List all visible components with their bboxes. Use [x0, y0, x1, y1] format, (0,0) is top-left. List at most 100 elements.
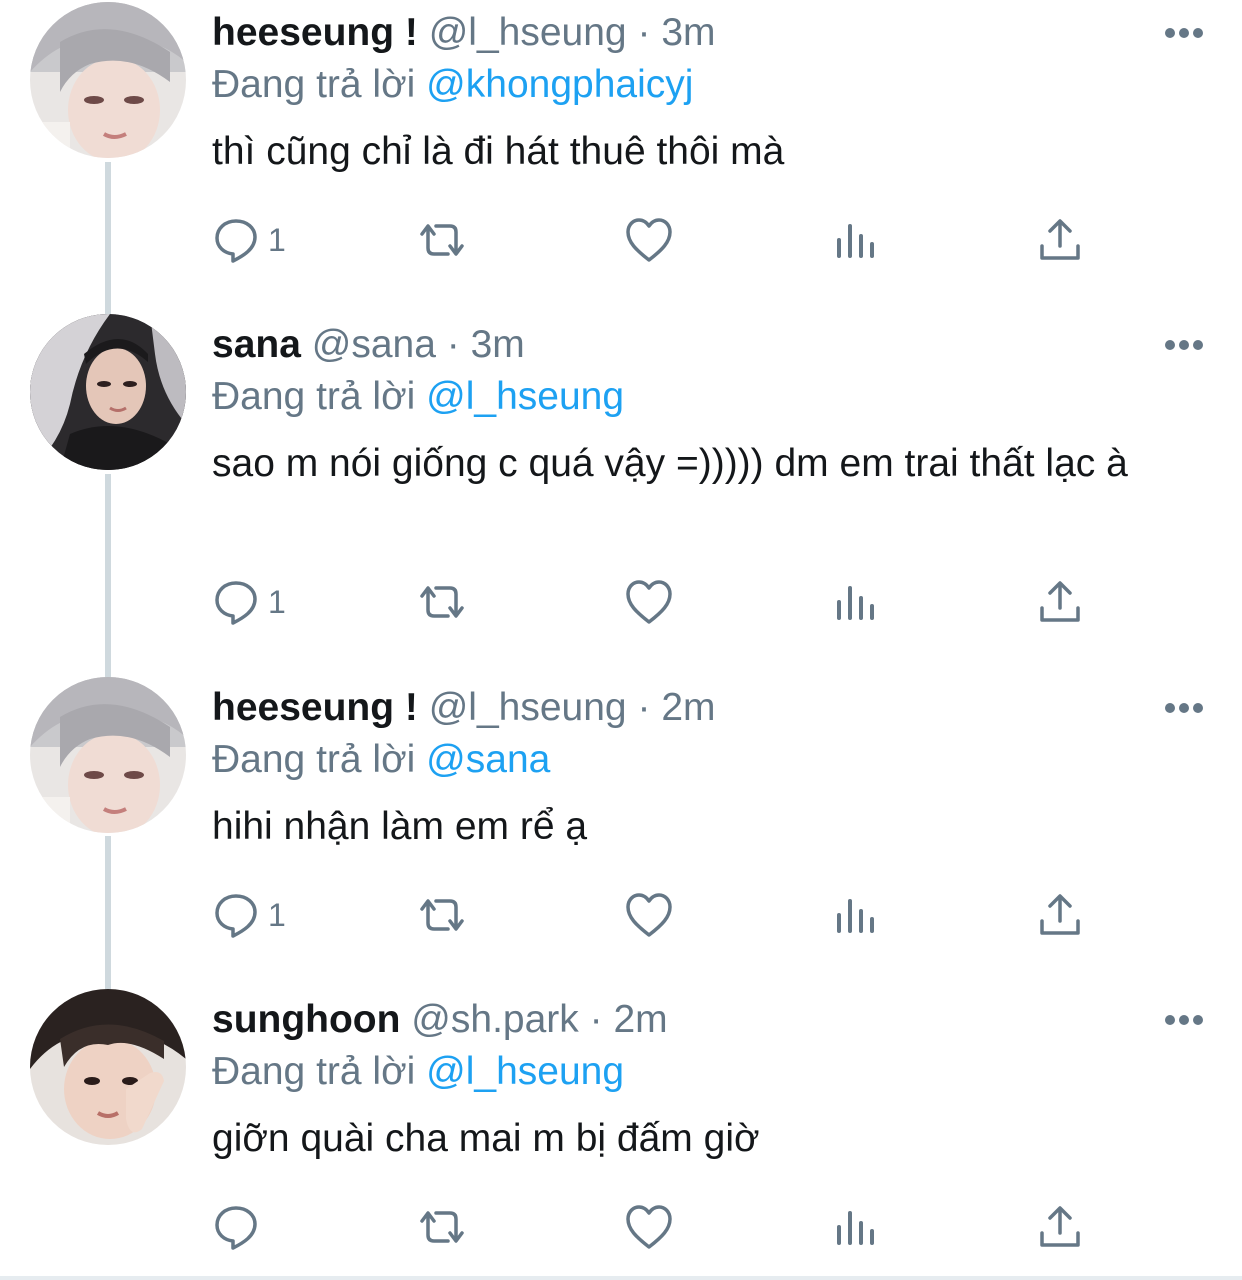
share-button[interactable]: [1038, 574, 1082, 630]
like-button[interactable]: [624, 887, 674, 943]
analytics-button[interactable]: [834, 212, 878, 268]
display-name[interactable]: sunghoon: [212, 998, 400, 1041]
user-handle[interactable]: @sh.park: [411, 998, 578, 1041]
retweet-button[interactable]: [414, 212, 470, 268]
retweet-icon: [420, 1211, 464, 1243]
tweet-text: hihi nhận làm em rể ạ: [212, 805, 588, 848]
like-button[interactable]: [624, 212, 674, 268]
user-avatar-silver-hair-icon: [30, 2, 186, 158]
replying-to: Đang trả lời @l_hseung: [212, 1047, 624, 1097]
more-icon: [1165, 703, 1203, 713]
replying-to: Đang trả lời @l_hseung: [212, 372, 624, 422]
retweet-button[interactable]: [414, 1199, 470, 1255]
more-options-button[interactable]: [1164, 1013, 1204, 1027]
retweet-icon: [420, 586, 464, 618]
action-bar: 1: [212, 574, 1112, 630]
share-icon: [1040, 894, 1080, 935]
reply-button[interactable]: 1: [212, 887, 286, 943]
tweet-text: giỡn quài cha mai m bị đấm giờ: [212, 1117, 760, 1160]
user-handle[interactable]: @sana: [312, 323, 436, 366]
replying-to-label: Đang trả lời: [212, 63, 416, 106]
timestamp[interactable]: 3m: [471, 323, 525, 366]
reply-icon: [215, 581, 257, 625]
thread-connector: [105, 162, 111, 317]
avatar[interactable]: [30, 989, 186, 1145]
reply-button[interactable]: 1: [212, 212, 286, 268]
like-button[interactable]: [624, 1199, 674, 1255]
more-icon: [1165, 28, 1203, 38]
like-icon: [626, 580, 672, 624]
thread-connector: [105, 836, 111, 991]
separator-dot: ·: [637, 11, 651, 54]
retweet-icon: [420, 224, 464, 256]
retweet-button[interactable]: [414, 887, 470, 943]
user-avatar-dark-hair-icon: [30, 314, 186, 470]
analytics-button[interactable]: [834, 574, 878, 630]
reply-button[interactable]: [212, 1199, 268, 1255]
analytics-icon: [837, 586, 874, 620]
timestamp[interactable]: 3m: [661, 11, 715, 54]
tweet-thread: heeseung ! @l_hseung · 3m Đang trả lời @…: [0, 0, 1242, 1280]
user-handle[interactable]: @l_hseung: [429, 11, 627, 54]
replying-to-label: Đang trả lời: [212, 1050, 416, 1093]
separator-dot: ·: [589, 998, 603, 1041]
reply-count: 1: [268, 221, 286, 258]
replying-to-link[interactable]: @l_hseung: [426, 1050, 624, 1093]
share-icon: [1040, 1206, 1080, 1247]
share-button[interactable]: [1038, 212, 1082, 268]
replying-to-link[interactable]: @khongphaicyj: [426, 63, 693, 106]
more-options-button[interactable]: [1164, 26, 1204, 40]
replying-to-label: Đang trả lời: [212, 375, 416, 418]
tweet-header: heeseung ! @l_hseung · 2m: [212, 683, 716, 733]
display-name[interactable]: heeseung !: [212, 11, 418, 54]
more-options-button[interactable]: [1164, 338, 1204, 352]
retweet-icon: [420, 899, 464, 931]
analytics-button[interactable]: [834, 1199, 878, 1255]
action-bar: 1: [212, 212, 1112, 268]
replying-to-link[interactable]: @l_hseung: [426, 375, 624, 418]
share-button[interactable]: [1038, 887, 1082, 943]
separator-dot: ·: [446, 323, 460, 366]
reply-icon: [215, 1206, 257, 1250]
reply-icon: [215, 894, 257, 938]
analytics-icon: [837, 899, 874, 933]
share-icon: [1040, 219, 1080, 260]
replying-to: Đang trả lời @sana: [212, 735, 550, 785]
avatar[interactable]: [30, 2, 186, 158]
more-options-button[interactable]: [1164, 701, 1204, 715]
action-bar: [212, 1199, 1112, 1255]
replying-to-label: Đang trả lời: [212, 738, 416, 781]
tweet-text: sao m nói giống c quá vậy =))))) dm em t…: [212, 442, 1128, 485]
like-button[interactable]: [624, 574, 674, 630]
reply-count: 1: [268, 896, 286, 933]
display-name[interactable]: sana: [212, 323, 301, 366]
more-icon: [1165, 340, 1203, 350]
timestamp[interactable]: 2m: [613, 998, 667, 1041]
share-icon: [1040, 581, 1080, 622]
more-icon: [1165, 1015, 1203, 1025]
retweet-button[interactable]: [414, 574, 470, 630]
tweet-header: heeseung ! @l_hseung · 3m: [212, 8, 716, 58]
share-button[interactable]: [1038, 1199, 1082, 1255]
analytics-icon: [837, 1211, 874, 1245]
reply-count: 1: [268, 583, 286, 620]
user-handle[interactable]: @l_hseung: [429, 686, 627, 729]
analytics-button[interactable]: [834, 887, 878, 943]
avatar[interactable]: [30, 677, 186, 833]
like-icon: [626, 1205, 672, 1249]
replying-to-link[interactable]: @sana: [426, 738, 550, 781]
action-bar: 1: [212, 887, 1112, 943]
reply-button[interactable]: 1: [212, 574, 286, 630]
display-name[interactable]: heeseung !: [212, 686, 418, 729]
replying-to: Đang trả lời @khongphaicyj: [212, 60, 693, 110]
thread-connector: [105, 474, 111, 679]
tweet-header: sunghoon @sh.park · 2m: [212, 995, 668, 1045]
avatar[interactable]: [30, 314, 186, 470]
timestamp[interactable]: 2m: [661, 686, 715, 729]
divider: [0, 1276, 1242, 1280]
user-avatar-silver-hair-icon: [30, 677, 186, 833]
like-icon: [626, 893, 672, 937]
reply-icon: [215, 219, 257, 263]
separator-dot: ·: [637, 686, 651, 729]
user-avatar-brown-hair-icon: [30, 989, 186, 1145]
